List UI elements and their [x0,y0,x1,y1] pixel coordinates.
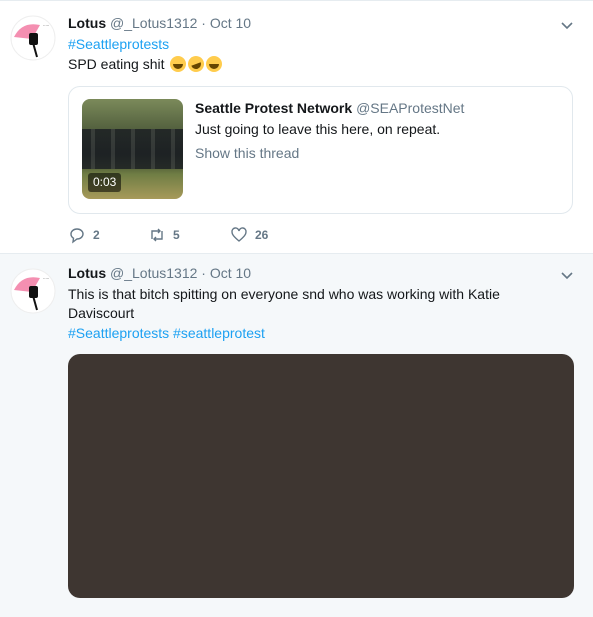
author-handle[interactable]: @_Lotus1312 [110,265,197,281]
tweet-header: Lotus @_Lotus1312 · Oct 10 [68,264,251,282]
quoted-author-handle[interactable]: @SEAProtestNet [356,100,464,116]
retweet-icon [151,228,163,242]
tweet-text: SPD eating shit [68,53,223,75]
hashtag-link[interactable]: #Seattleprotests [68,34,169,54]
retweet-count: 5 [173,228,180,242]
quoted-author-name[interactable]: Seattle Protest Network [195,100,352,116]
tweet-text-line: This is that bitch spitting on everyone … [68,286,500,302]
media-preview[interactable] [68,354,574,598]
quoted-header: Seattle Protest Network @SEAProtestNet [195,100,464,116]
like-count: 26 [255,228,269,242]
author-handle[interactable]: @_Lotus1312 [110,15,197,31]
like-button[interactable]: 26 [230,226,268,244]
chevron-down-icon[interactable] [559,17,575,33]
svg-text:·····: ····· [43,276,49,281]
tweet-text-body: SPD eating shit [68,56,165,72]
rofl-emoji [186,53,207,75]
quoted-tweet-card[interactable]: 0:03 Seattle Protest Network @SEAProtest… [68,86,573,214]
joy-emoji [206,56,223,72]
hashtag-links[interactable]: #Seattleprotests #seattleprotest [68,323,265,343]
author-name[interactable]: Lotus [68,15,106,31]
video-duration: 0:03 [88,173,122,192]
video-thumbnail[interactable]: 0:03 [82,99,183,199]
svg-text:·····: ····· [43,23,49,28]
tweet-date[interactable]: Oct 10 [210,15,251,31]
tweet[interactable]: ····· Lotus @_Lotus1312 · Oct 10 This is… [0,253,593,617]
reply-icon [70,228,84,244]
author-name[interactable]: Lotus [68,265,106,281]
sweat-smile-emoji [170,56,187,72]
chevron-down-icon[interactable] [559,267,575,283]
reply-button[interactable]: 2 [68,226,100,244]
retweet-button[interactable]: 5 [148,226,180,244]
tweet-text-line: Daviscourt [68,305,135,321]
reply-count: 2 [93,228,100,242]
heart-icon [231,227,247,242]
tweet-header: Lotus @_Lotus1312 · Oct 10 [68,14,251,32]
tweet-date[interactable]: Oct 10 [210,265,251,281]
avatar[interactable]: ····· [10,15,56,61]
tweet[interactable]: ····· Lotus @_Lotus1312 · Oct 10 #Seattl… [0,0,593,254]
show-thread-link[interactable]: Show this thread [195,145,299,161]
quoted-text: Just going to leave this here, on repeat… [195,121,441,137]
avatar[interactable]: ····· [10,268,56,314]
separator-dot: · [201,15,206,31]
thumbnail-scene [82,129,183,169]
separator-dot: · [201,265,206,281]
